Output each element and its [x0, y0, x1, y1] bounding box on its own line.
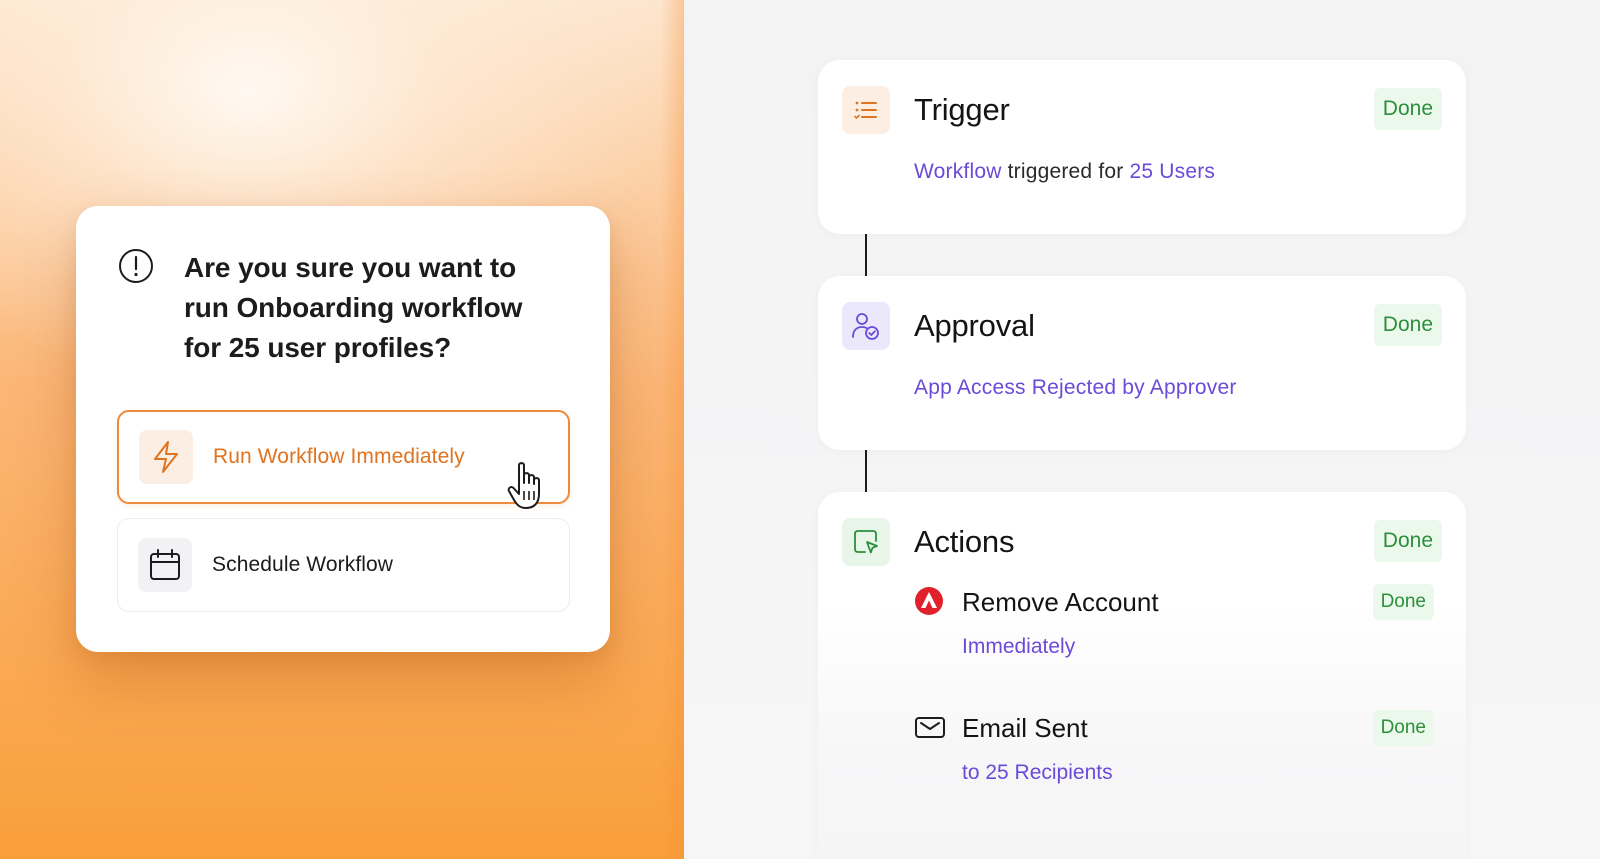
- action-item-title: Email Sent: [962, 713, 1088, 743]
- trigger-card[interactable]: Trigger Done Workflow triggered for 25 U…: [818, 60, 1466, 234]
- action-item-desc: to 25 Recipients: [962, 761, 1113, 784]
- run-workflow-immediately-button[interactable]: Run Workflow Immediately: [117, 410, 570, 504]
- user-check-icon: [842, 302, 890, 350]
- list-icon: [842, 86, 890, 134]
- workflow-link[interactable]: Workflow: [914, 160, 1002, 183]
- dialog-title: Are you sure you want to run Onboarding …: [184, 252, 523, 363]
- window-cursor-icon: [842, 518, 890, 566]
- status-badge: Done: [1372, 710, 1434, 746]
- status-badge: Done: [1373, 304, 1442, 346]
- connector-line: [865, 234, 867, 276]
- users-link[interactable]: 25 Users: [1129, 160, 1215, 183]
- status-badge: Done: [1373, 88, 1442, 130]
- status-badge: Done: [1372, 584, 1434, 620]
- action-item-desc: Immediately: [962, 635, 1076, 658]
- lightning-bolt-icon: [139, 430, 193, 484]
- action-item-title: Remove Account: [962, 587, 1159, 617]
- trigger-title: Trigger: [914, 92, 1010, 127]
- approval-subtitle: App Access Rejected by Approver: [914, 376, 1237, 399]
- approval-card[interactable]: Approval Done App Access Rejected by App…: [818, 276, 1466, 450]
- approval-title: Approval: [914, 308, 1035, 343]
- hand-pointer-cursor-icon: [507, 461, 551, 511]
- run-workflow-label: Run Workflow Immediately: [213, 445, 465, 468]
- app-logo-icon: [914, 586, 946, 618]
- schedule-workflow-label: Schedule Workflow: [212, 553, 394, 576]
- connector-line: [865, 450, 867, 492]
- schedule-workflow-button[interactable]: Schedule Workflow: [117, 518, 570, 612]
- envelope-icon: [914, 712, 946, 744]
- actions-title: Actions: [914, 524, 1015, 559]
- confirm-dialog: Are you sure you want to run Onboarding …: [76, 206, 610, 652]
- actions-card[interactable]: Actions Done Remove Account Immediately …: [818, 492, 1466, 859]
- action-item-email-sent[interactable]: Email Sent to 25 Recipients Done: [914, 710, 1442, 810]
- trigger-subtitle: Workflow triggered for 25 Users: [914, 160, 1215, 184]
- alert-circle-icon: [118, 248, 154, 284]
- status-badge: Done: [1373, 520, 1442, 562]
- trigger-subtitle-text: triggered for: [1001, 160, 1130, 183]
- calendar-icon: [138, 538, 192, 592]
- action-item-remove-account[interactable]: Remove Account Immediately Done: [914, 584, 1442, 684]
